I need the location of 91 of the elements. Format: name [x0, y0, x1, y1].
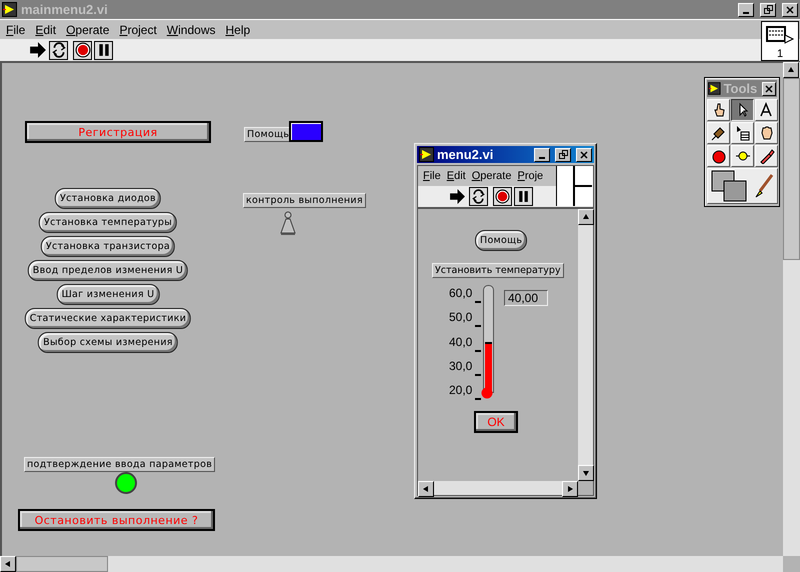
- horizontal-scrollbar[interactable]: [418, 481, 578, 495]
- cursor-menu-icon: [734, 125, 750, 141]
- close-button[interactable]: [576, 148, 592, 162]
- menu-item[interactable]: Operate: [472, 170, 512, 182]
- scroll-thumb[interactable]: [16, 556, 108, 572]
- close-button[interactable]: [762, 82, 776, 96]
- menu-button[interactable]: Статические характеристики: [24, 308, 192, 329]
- menu-item[interactable]: File: [6, 22, 26, 36]
- up-triangle-icon: [582, 213, 590, 221]
- close-icon: [765, 84, 774, 92]
- thermometer-label: Установить температуру: [432, 263, 564, 278]
- subwindow-title: menu2.vi: [437, 147, 494, 162]
- vi-logo-icon: [419, 147, 434, 162]
- minimize-button[interactable]: [534, 148, 550, 162]
- window-title: mainmenu2.vi: [21, 2, 109, 17]
- restore-icon: [558, 150, 568, 159]
- vi-logo-icon: [2, 2, 17, 17]
- palette-title: Tools: [724, 81, 758, 96]
- pane-layout-icon: [556, 166, 593, 206]
- pause-icon[interactable]: [514, 187, 533, 206]
- menu-button[interactable]: Шаг изменения U: [56, 284, 160, 305]
- tool-button[interactable]: [731, 99, 754, 121]
- restore-button[interactable]: [760, 2, 776, 16]
- menu-button[interactable]: Установка диодов: [55, 188, 161, 209]
- menu-item[interactable]: Edit: [35, 22, 56, 36]
- run-continuously-icon[interactable]: [49, 40, 68, 60]
- tick-mark: [475, 301, 481, 303]
- color-tool[interactable]: [707, 168, 778, 204]
- scroll-left-button[interactable]: [418, 481, 434, 497]
- connector-number: 1: [776, 48, 784, 60]
- tick-mark: [475, 374, 481, 376]
- scale-tick: 40,0: [449, 334, 472, 349]
- run-continuously-icon[interactable]: [469, 187, 488, 206]
- restore-button[interactable]: [555, 148, 571, 162]
- abort-icon[interactable]: [493, 187, 512, 206]
- text-tool-icon: [758, 102, 774, 118]
- tick-mark: [475, 325, 481, 328]
- vi-logo-icon: [708, 81, 721, 96]
- scroll-down-button[interactable]: [578, 465, 594, 481]
- run-arrow-icon[interactable]: [28, 40, 47, 60]
- close-icon: [580, 150, 588, 158]
- paintbrush-icon: [754, 174, 774, 198]
- right-triangle-icon: [566, 485, 574, 493]
- scroll-thumb[interactable]: [783, 78, 800, 260]
- menu-button[interactable]: Ввод пределов изменения U: [28, 260, 188, 281]
- close-icon: [786, 6, 794, 14]
- abort-icon[interactable]: [73, 40, 92, 60]
- tick-mark: [475, 350, 481, 352]
- down-triangle-icon: [582, 469, 590, 477]
- thermometer-bulb-icon: [481, 387, 493, 399]
- square-led[interactable]: [289, 121, 323, 142]
- left-triangle-icon: [4, 560, 12, 568]
- menu-button[interactable]: Установка температуры: [39, 212, 177, 233]
- scale-tick: 60,0: [449, 286, 472, 300]
- up-triangle-icon: [787, 66, 795, 74]
- color-squares-icon: [711, 170, 748, 202]
- scale-tick: 20,0: [449, 383, 472, 398]
- menu-item[interactable]: Project: [119, 22, 157, 36]
- menu-item[interactable]: Edit: [446, 170, 466, 182]
- vertical-scrollbar[interactable]: [578, 209, 593, 481]
- control-label: контроль выполнения: [243, 193, 366, 208]
- scale-tick: 50,0: [449, 310, 472, 324]
- minimize-button[interactable]: [738, 2, 754, 16]
- menu-item[interactable]: Help: [225, 22, 250, 36]
- scroll-left-button[interactable]: [0, 556, 16, 572]
- menu-item[interactable]: Windows: [166, 22, 216, 36]
- restore-icon: [764, 5, 772, 14]
- menu-item[interactable]: Operate: [66, 22, 110, 36]
- pause-icon[interactable]: [94, 40, 113, 60]
- stop-sign-icon: [710, 148, 726, 164]
- close-button[interactable]: [782, 2, 798, 16]
- numeric-display: 40,00: [504, 290, 548, 306]
- tick-mark: [475, 398, 481, 400]
- left-triangle-icon: [422, 485, 430, 493]
- menu-button[interactable]: Установка транзистора: [40, 236, 176, 257]
- connector-pane[interactable]: 1: [761, 21, 799, 61]
- scale-tick: 30,0: [449, 358, 472, 373]
- menu-button[interactable]: Выбор схемы измерения: [38, 332, 178, 353]
- indicator-label: подтверждение ввода параметров: [24, 457, 216, 472]
- vertical-scrollbar[interactable]: [783, 62, 800, 556]
- scroll-up-button[interactable]: [578, 209, 594, 225]
- menu-item[interactable]: Proje: [517, 170, 544, 182]
- minimize-icon: [743, 12, 749, 14]
- menu-item[interactable]: File: [423, 170, 441, 182]
- horizontal-scrollbar[interactable]: [0, 556, 783, 572]
- scroll-up-button[interactable]: [783, 62, 799, 78]
- scroll-right-button[interactable]: [562, 481, 578, 497]
- run-arrow-icon[interactable]: [448, 187, 467, 206]
- help-button[interactable]: Помощь: [475, 230, 528, 251]
- toggle-switch[interactable]: [278, 211, 298, 237]
- minimize-icon: [539, 157, 545, 159]
